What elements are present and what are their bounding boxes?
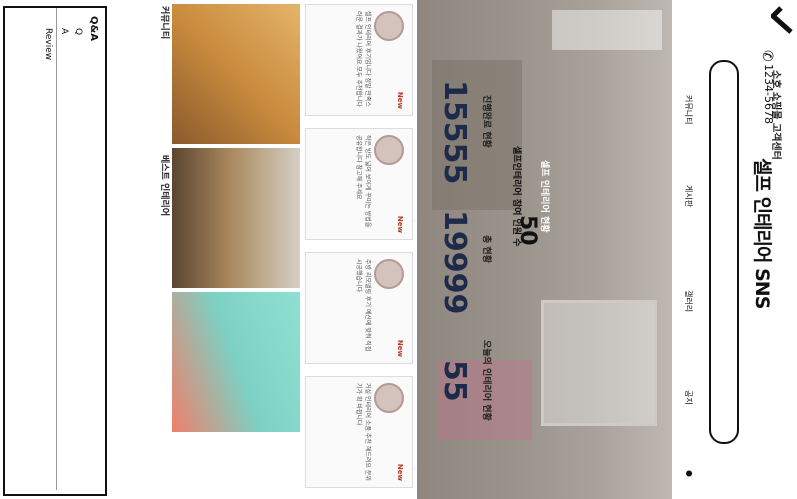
new-badge: New — [396, 463, 404, 481]
header: 소호 쇼핑몰 고객센터 셀프 인테리어 SNS ✆ 1234-5678 커뮤니티… — [672, 0, 797, 499]
gallery-photo-kitchen[interactable] — [172, 148, 300, 288]
site-title[interactable]: 셀프 인테리어 SNS — [750, 158, 777, 308]
nav-bullet-icon: ● — [685, 470, 694, 477]
avatar — [374, 259, 404, 289]
qna-review-link[interactable]: Review — [43, 28, 53, 60]
hero-caption: 셀프 인테리어 현황 — [539, 160, 549, 233]
total-value: 50 — [515, 215, 540, 246]
stat-value-today: 55 — [437, 360, 472, 402]
review-text: 주방 리모델링 후기 예산에 맞춰 직접 시공했습니다 — [355, 259, 371, 352]
review-card[interactable]: New 셀프 인테리어 후기입니다 정말 만족스러운 결과가 나왔어요 모두 추… — [305, 4, 413, 116]
hero-picture-frame — [541, 300, 657, 426]
nav-item-board[interactable]: 갤러리 — [683, 290, 694, 312]
divider — [56, 8, 57, 490]
phone-number: 1234-5678 — [762, 64, 775, 124]
new-badge: New — [396, 339, 404, 357]
phone-icon: ✆ — [759, 50, 775, 62]
gallery-photo-living-room[interactable] — [172, 4, 300, 144]
gallery-photo-kids-room[interactable] — [172, 292, 300, 432]
review-text: 셀프 인테리어 후기입니다 정말 만족스러운 결과가 나왔어요 모두 추천합니다 — [355, 11, 371, 107]
nav-item-gallery[interactable]: 게시판 — [683, 185, 694, 207]
stat-label-today: 오늘의 인테리어 현황 — [481, 340, 491, 421]
avatar — [374, 135, 404, 165]
review-text: 작은 방도 넓어 보이게 꾸미는 방법을 공유합니다 참고해 주세요 — [355, 135, 371, 228]
stat-value-complete: 15555 — [437, 80, 472, 185]
new-badge: New — [396, 91, 404, 109]
hero-window — [552, 10, 662, 50]
qna-question: Q — [73, 28, 83, 36]
nav-item-community[interactable]: 공지 — [683, 390, 694, 405]
stat-label-complete: 진행완료 현황 — [481, 95, 491, 148]
stat-value-total: 19999 — [437, 210, 472, 315]
avatar — [374, 11, 404, 41]
review-strip: New 셀프 인테리어 후기입니다 정말 만족스러운 결과가 나왔어요 모두 추… — [300, 0, 417, 499]
qna-box: Q&A Q A Review — [3, 6, 107, 496]
page: 소호 쇼핑몰 고객센터 셀프 인테리어 SNS ✆ 1234-5678 커뮤니티… — [0, 0, 797, 499]
review-card[interactable]: New 거실 인테리어 소품 추천 해드려요 분위기가 확 바뀝니다 — [305, 376, 413, 488]
search-input[interactable] — [709, 60, 739, 444]
qna-answer: A — [59, 28, 69, 35]
review-card[interactable]: New 주방 리모델링 후기 예산에 맞춰 직접 시공했습니다 — [305, 252, 413, 364]
review-text: 거실 인테리어 소품 추천 해드려요 분위기가 확 바뀝니다 — [355, 383, 371, 481]
qna-title[interactable]: Q&A — [88, 16, 99, 41]
gallery-caption-best: 베스트 인테리어 — [159, 155, 169, 217]
nav-item-notice[interactable]: 커뮤니티 — [683, 95, 694, 124]
review-card[interactable]: New 작은 방도 넓어 보이게 꾸미는 방법을 공유합니다 참고해 주세요 — [305, 128, 413, 240]
stat-label-total: 총 현황 — [481, 235, 491, 263]
avatar — [374, 383, 404, 413]
hero-banner: 셀프 인테리어 현황 셀프인테리어 참여 인원 수 50 진행완료 현황 155… — [417, 0, 672, 499]
new-badge: New — [396, 215, 404, 233]
gallery-caption-community: 커뮤니티 — [159, 6, 169, 40]
